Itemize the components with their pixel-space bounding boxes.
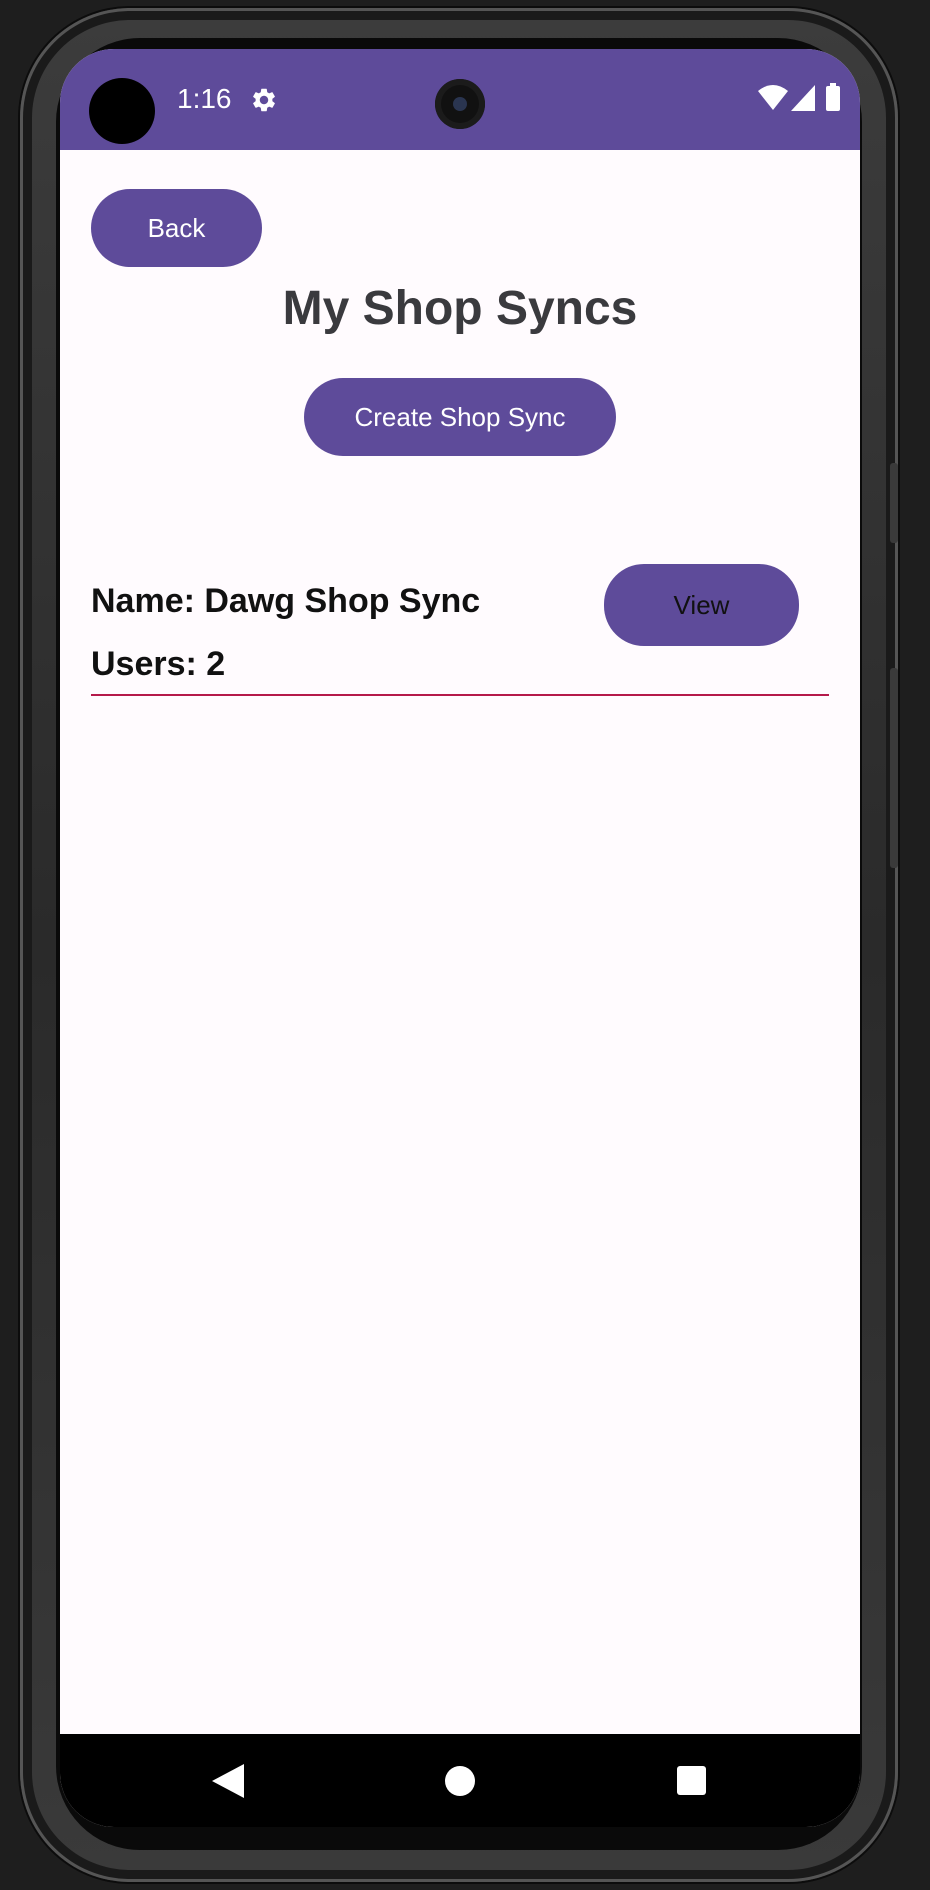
battery-icon bbox=[826, 83, 840, 111]
view-button[interactable]: View bbox=[604, 564, 799, 646]
power-button bbox=[890, 668, 898, 868]
shop-sync-users: Users: 2 bbox=[91, 645, 226, 683]
nav-recents-icon[interactable] bbox=[677, 1766, 706, 1795]
create-shop-sync-button[interactable]: Create Shop Sync bbox=[304, 378, 616, 456]
status-bar: 1:16 bbox=[60, 49, 860, 150]
list-divider bbox=[91, 694, 829, 696]
notification-dot bbox=[89, 78, 155, 144]
camera-cutout bbox=[435, 79, 485, 129]
nav-home-icon[interactable] bbox=[445, 1766, 475, 1796]
status-time: 1:16 bbox=[177, 83, 232, 114]
shop-sync-name: Name: Dawg Shop Sync bbox=[91, 582, 481, 620]
navigation-bar bbox=[60, 1734, 860, 1827]
nav-back-icon[interactable] bbox=[212, 1764, 244, 1798]
page-title: My Shop Syncs bbox=[282, 282, 638, 335]
phone-screen: 1:16 Back My Shop Syncs Create Shop Sync… bbox=[60, 49, 860, 1827]
settings-icon bbox=[253, 88, 275, 112]
volume-button bbox=[890, 463, 898, 543]
camera-lens bbox=[453, 97, 467, 111]
cellular-signal-icon bbox=[791, 85, 815, 111]
back-button[interactable]: Back bbox=[91, 189, 262, 267]
wifi-icon bbox=[758, 85, 788, 110]
